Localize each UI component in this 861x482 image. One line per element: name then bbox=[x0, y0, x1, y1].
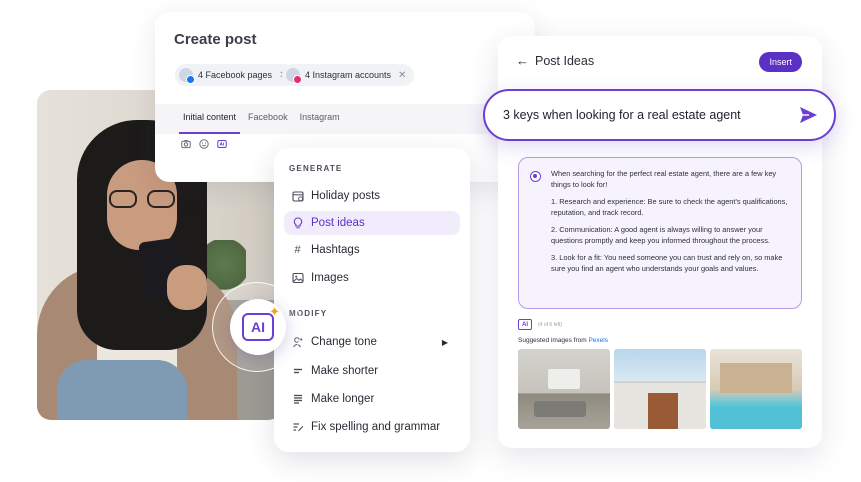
menu-item-fix-spelling[interactable]: Fix spelling and grammar bbox=[284, 415, 460, 439]
generate-section-label: GENERATE bbox=[289, 164, 343, 173]
idea-paragraph: When searching for the perfect real esta… bbox=[551, 169, 777, 189]
longer-icon bbox=[291, 393, 304, 406]
idea-select-radio[interactable] bbox=[530, 171, 541, 182]
idea-paragraph: 2. Communication: A good agent is always… bbox=[551, 225, 770, 245]
menu-item-hashtags[interactable]: # Hashtags bbox=[284, 238, 460, 262]
menu-item-change-tone[interactable]: Change tone ▶ bbox=[284, 330, 460, 354]
post-ideas-header[interactable]: ← Post Ideas bbox=[516, 53, 594, 68]
menu-item-make-longer[interactable]: Make longer bbox=[284, 387, 460, 411]
tab-initial-content[interactable]: Initial content bbox=[179, 104, 241, 134]
menu-item-images[interactable]: Images bbox=[284, 266, 460, 290]
ai-sparkle-icon: ✦ bbox=[269, 304, 280, 319]
ai-label-box: AI ✦ bbox=[242, 305, 280, 341]
content-tabs: Initial content Facebook Instagram bbox=[155, 104, 535, 134]
generated-idea-card[interactable]: When searching for the perfect real esta… bbox=[518, 157, 802, 309]
prompt-input[interactable]: 3 keys when looking for a real estate ag… bbox=[483, 89, 836, 141]
submenu-arrow-icon: ▶ bbox=[441, 337, 448, 347]
remove-chip-icon[interactable]: ✕ bbox=[398, 70, 406, 81]
post-ideas-title: Post Ideas bbox=[535, 53, 595, 68]
menu-item-label: Make shorter bbox=[311, 365, 379, 377]
facebook-accounts-chip[interactable]: 4 Facebook pages ✕ bbox=[175, 64, 296, 86]
tab-facebook[interactable]: Facebook bbox=[244, 104, 292, 134]
menu-item-label: Change tone bbox=[311, 336, 377, 348]
emoji-icon[interactable] bbox=[199, 139, 209, 149]
page-title: Create post bbox=[174, 31, 257, 48]
facebook-avatar-icon bbox=[179, 68, 195, 84]
editor-toolbar bbox=[181, 139, 227, 149]
ai-credits-count: (4 of 6 left) bbox=[538, 321, 562, 328]
menu-item-label: Holiday posts bbox=[311, 190, 381, 202]
menu-item-label: Images bbox=[311, 272, 349, 284]
ai-actions-menu: GENERATE Holiday posts Post ideas # Hash… bbox=[274, 148, 470, 452]
suggested-images-label: Suggested images from Pexels bbox=[518, 337, 608, 344]
image-icon bbox=[291, 272, 304, 285]
menu-item-label: Fix spelling and grammar bbox=[311, 421, 441, 433]
idea-paragraph: 1. Research and experience: Be sure to c… bbox=[551, 197, 788, 217]
menu-item-label: Hashtags bbox=[311, 244, 360, 256]
menu-item-label: Make longer bbox=[311, 393, 375, 405]
camera-icon[interactable] bbox=[181, 139, 191, 149]
pool-patio-photo[interactable] bbox=[710, 349, 802, 429]
prompt-text: 3 keys when looking for a real estate ag… bbox=[503, 108, 741, 122]
hashtag-icon: # bbox=[294, 244, 301, 256]
calendar-icon bbox=[291, 190, 304, 203]
lightbulb-icon bbox=[291, 217, 304, 230]
chip-label: 4 Facebook pages bbox=[198, 70, 273, 80]
shorter-icon bbox=[291, 365, 304, 378]
modern-house-exterior-photo[interactable] bbox=[614, 349, 706, 429]
app-stage: Create post 4 Facebook pages ✕ 4 Instagr… bbox=[0, 0, 861, 482]
ai-credit-indicator: AI (4 of 6 left) bbox=[518, 319, 562, 330]
menu-item-holiday-posts[interactable]: Holiday posts bbox=[284, 184, 460, 208]
menu-item-label: Post ideas bbox=[311, 217, 365, 229]
tab-instagram[interactable]: Instagram bbox=[296, 104, 344, 134]
pexels-link[interactable]: Pexels bbox=[588, 337, 608, 344]
idea-paragraph: 3. Look for a fit: You need someone you … bbox=[551, 253, 783, 273]
instagram-avatar-icon bbox=[286, 68, 302, 84]
ai-label: AI bbox=[251, 319, 265, 335]
spellcheck-icon bbox=[291, 421, 304, 434]
instagram-accounts-chip[interactable]: 4 Instagram accounts ✕ bbox=[282, 64, 415, 86]
back-arrow-icon[interactable]: ← bbox=[516, 53, 529, 68]
insert-button[interactable]: Insert bbox=[759, 52, 802, 72]
menu-item-post-ideas[interactable]: Post ideas bbox=[284, 211, 460, 235]
ai-assistant-button[interactable]: AI ✦ bbox=[230, 299, 286, 355]
ai-assist-icon[interactable] bbox=[217, 139, 227, 149]
menu-item-make-shorter[interactable]: Make shorter bbox=[284, 359, 460, 383]
chip-label: 4 Instagram accounts bbox=[305, 70, 392, 80]
ai-tag: AI bbox=[518, 319, 532, 330]
living-room-photo[interactable] bbox=[518, 349, 610, 429]
send-icon[interactable] bbox=[798, 105, 818, 125]
